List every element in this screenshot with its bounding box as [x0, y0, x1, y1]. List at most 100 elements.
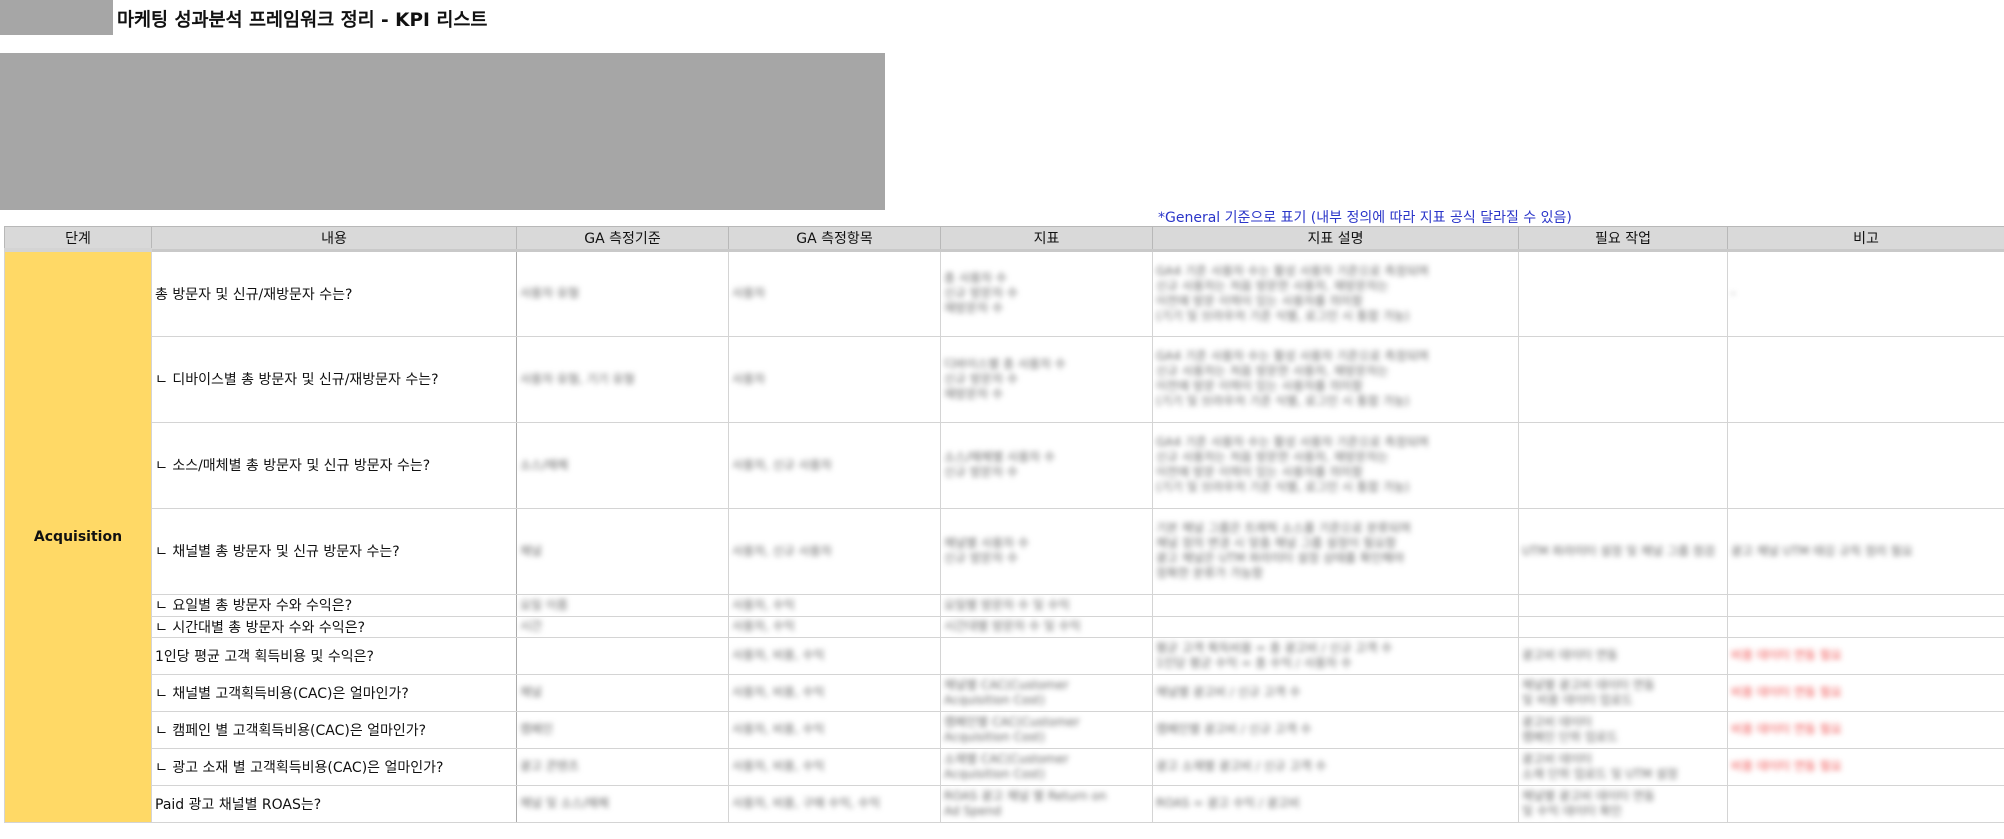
header-content: 내용 [151, 226, 517, 252]
ga-dimension-cell: 채널 및 소스/매체 [516, 784, 729, 823]
table-row: ㄴ 채널별 총 방문자 및 신규 방문자 수는? 채널 사용자, 신규 사용자 채널별… [5, 507, 2004, 595]
table-row: ㄴ 시간대별 총 방문자 수와 수익은? 시간 사용자, 수익 시간대별 방문자 수 … [5, 615, 2004, 638]
table-row: Paid 광고 채널별 ROAS는? 채널 및 소스/매체 사용자, 비용, 구매 … [5, 784, 2004, 823]
memo-cell [1727, 615, 2004, 638]
table-row: Acquisition 총 방문자 및 신규/재방문자 수는? 사용자 유형 사용자 총… [4, 248, 2004, 823]
question-cell: ㄴ 광고 소재 별 고객획득비용(CAC)은 얼마인가? [151, 747, 517, 786]
required-task-cell: UTM 파라미터 설정 및 채널 그룹 점검 [1518, 507, 1728, 595]
header-kpi-description: 지표 설명 [1152, 226, 1519, 252]
ga-metric-cell: 사용자, 수익 [728, 593, 941, 617]
company-logo-placeholder [0, 0, 113, 35]
ga-dimension-cell: 요일 이름 [516, 593, 729, 617]
kpi-description-cell: GA4 기준 사용자 수는 활성 사용자 기준으로 측정되며 신규 사용자는 처… [1152, 335, 1519, 423]
table-row: ㄴ 채널별 고객획득비용(CAC)은 얼마인가? 채널 사용자, 비용, 수익 채널별… [5, 673, 2004, 712]
required-task-cell [1518, 249, 1728, 337]
kpi-description-cell: ROAS = 광고 수익 / 광고비 [1152, 784, 1519, 823]
ga-dimension-cell: 시간 [516, 615, 729, 638]
memo-cell: - [1727, 249, 2004, 337]
kpi-cell: 채널별 CAC(Customer Acquisition Cost) [940, 673, 1153, 712]
table-header-row: 단계 내용 GA 측정기준 GA 측정항목 지표 지표 설명 필요 작업 비고 [4, 226, 2004, 252]
kpi-description-cell: 캠페인별 광고비 / 신규 고객 수 [1152, 710, 1519, 749]
ga-metric-cell: 사용자, 비용, 수익 [728, 710, 941, 749]
question-cell: ㄴ 채널별 총 방문자 및 신규 방문자 수는? [151, 507, 517, 595]
kpi-description-cell: GA4 기준 사용자 수는 활성 사용자 기준으로 측정되며 신규 사용자는 처… [1152, 421, 1519, 509]
memo-cell [1727, 784, 2004, 823]
stage-cell: Acquisition [4, 248, 152, 823]
kpi-cell: 디바이스별 총 사용자 수 신규 방문자 수 재방문자 수 [940, 335, 1153, 423]
header-required-task: 필요 작업 [1518, 226, 1728, 252]
kpi-description-cell [1152, 593, 1519, 617]
required-task-cell [1518, 421, 1728, 509]
kpi-table: 단계 내용 GA 측정기준 GA 측정항목 지표 지표 설명 필요 작업 비고 … [4, 226, 2004, 823]
ga-metric-cell: 사용자, 신규 사용자 [728, 421, 941, 509]
memo-cell: 비용 데이터 연동 필요 [1727, 710, 2004, 749]
kpi-description-cell: GA4 기준 사용자 수는 활성 사용자 기준으로 측정되며 신규 사용자는 처… [1152, 249, 1519, 337]
question-cell: 총 방문자 및 신규/재방문자 수는? [151, 249, 517, 337]
ga-dimension-cell: 사용자 유형 [516, 249, 729, 337]
table-row: ㄴ 디바이스별 총 방문자 및 신규/재방문자 수는? 사용자 유형, 기기 유형… [5, 335, 2004, 423]
required-task-cell: 채널별 광고비 데이터 연동 및 비용 데이터 업로드 [1518, 673, 1728, 712]
ga-dimension-cell: 사용자 유형, 기기 유형 [516, 335, 729, 423]
memo-cell: 비용 데이터 연동 필요 [1727, 673, 2004, 712]
kpi-description-cell: 평균 고객 획득비용 = 총 광고비 / 신규 고객 수 1인당 평균 수익 =… [1152, 636, 1519, 675]
general-basis-note: *General 기준으로 표기 (내부 정의에 따라 지표 공식 달라질 수 … [1158, 210, 1572, 226]
question-cell: ㄴ 채널별 고객획득비용(CAC)은 얼마인가? [151, 673, 517, 712]
question-cell: 1인당 평균 고객 획득비용 및 수익은? [151, 636, 517, 675]
table-row: ㄴ 요일별 총 방문자 수와 수익은? 요일 이름 사용자, 수익 요일별 방문자 수… [5, 593, 2004, 617]
ga-metric-cell: 사용자 [728, 249, 941, 337]
required-task-cell [1518, 593, 1728, 617]
header-ga-metric: GA 측정항목 [728, 226, 941, 252]
ga-metric-cell: 사용자, 신규 사용자 [728, 507, 941, 595]
kpi-description-cell [1152, 615, 1519, 638]
table-row: ㄴ 캠페인 별 고객획득비용(CAC)은 얼마인가? 캠페인 사용자, 비용, 수익… [5, 710, 2004, 749]
ga-metric-cell: 사용자, 비용, 수익 [728, 673, 941, 712]
memo-cell [1727, 421, 2004, 509]
kpi-cell: 요일별 방문자 수 및 수익 [940, 593, 1153, 617]
kpi-cell: 캠페인별 CAC(Customer Acquisition Cost) [940, 710, 1153, 749]
ga-dimension-cell: 광고 콘텐츠 [516, 747, 729, 786]
required-task-cell: 광고비 데이터 연동 [1518, 636, 1728, 675]
ga-metric-cell: 사용자, 비용, 구매 수익, 수익 [728, 784, 941, 823]
ga-metric-cell: 사용자 [728, 335, 941, 423]
kpi-cell: ROAS 광고 채널 별 Return on Ad Spend [940, 784, 1153, 823]
memo-cell: 비용 데이터 연동 필요 [1727, 636, 2004, 675]
memo-cell: 비용 데이터 연동 필요 [1727, 747, 2004, 786]
header-banner-image [0, 53, 885, 210]
document-title: 마케팅 성과분석 프레임워크 정리 - KPI 리스트 [117, 10, 488, 31]
ga-metric-cell: 사용자, 비용, 수익 [728, 636, 941, 675]
kpi-cell: 소재별 CAC(Customer Acquisition Cost) [940, 747, 1153, 786]
required-task-cell [1518, 335, 1728, 423]
header-memo: 비고 [1727, 226, 2004, 252]
question-cell: Paid 광고 채널별 ROAS는? [151, 784, 517, 823]
ga-metric-cell: 사용자, 수익 [728, 615, 941, 638]
ga-dimension-cell: 채널 [516, 507, 729, 595]
question-cell: ㄴ 요일별 총 방문자 수와 수익은? [151, 593, 517, 617]
ga-dimension-cell: 소스/매체 [516, 421, 729, 509]
question-cell: ㄴ 캠페인 별 고객획득비용(CAC)은 얼마인가? [151, 710, 517, 749]
ga-dimension-cell: 캠페인 [516, 710, 729, 749]
question-cell: ㄴ 시간대별 총 방문자 수와 수익은? [151, 615, 517, 638]
table-row: ㄴ 소스/매체별 총 방문자 및 신규 방문자 수는? 소스/매체 사용자, 신규 … [5, 421, 2004, 509]
kpi-description-cell: 광고 소재별 광고비 / 신규 고객 수 [1152, 747, 1519, 786]
kpi-description-cell: 채널별 광고비 / 신규 고객 수 [1152, 673, 1519, 712]
header-stage: 단계 [4, 226, 152, 252]
required-task-cell: 채널별 광고비 데이터 연동 및 수익 데이터 확인 [1518, 784, 1728, 823]
kpi-description-cell: 기본 채널 그룹은 트래픽 소스를 기준으로 분류되며 채널 정의 변경 시 맞… [1152, 507, 1519, 595]
kpi-cell: 채널별 사용자 수 신규 방문자 수 [940, 507, 1153, 595]
question-cell: ㄴ 디바이스별 총 방문자 및 신규/재방문자 수는? [151, 335, 517, 423]
memo-cell [1727, 335, 2004, 423]
kpi-cell: 총 사용자 수 신규 방문자 수 재방문자 수 [940, 249, 1153, 337]
memo-cell: 광고 채널 UTM 태깅 규칙 정리 필요 [1727, 507, 2004, 595]
kpi-cell: 소스/매체별 사용자 수 신규 방문자 수 [940, 421, 1153, 509]
table-row: ㄴ 광고 소재 별 고객획득비용(CAC)은 얼마인가? 광고 콘텐츠 사용자, 비… [5, 747, 2004, 786]
required-task-cell: 광고비 데이터 소재 단위 업로드 및 UTM 설정 [1518, 747, 1728, 786]
ga-dimension-cell: 채널 [516, 673, 729, 712]
memo-cell [1727, 593, 2004, 617]
required-task-cell [1518, 615, 1728, 638]
kpi-cell [940, 636, 1153, 675]
ga-metric-cell: 사용자, 비용, 수익 [728, 747, 941, 786]
required-task-cell: 광고비 데이터 캠페인 단위 업로드 [1518, 710, 1728, 749]
table-row: 1인당 평균 고객 획득비용 및 수익은? 사용자, 비용, 수익 평균 고객 획득… [5, 636, 2004, 675]
ga-dimension-cell [516, 636, 729, 675]
question-cell: ㄴ 소스/매체별 총 방문자 및 신규 방문자 수는? [151, 421, 517, 509]
